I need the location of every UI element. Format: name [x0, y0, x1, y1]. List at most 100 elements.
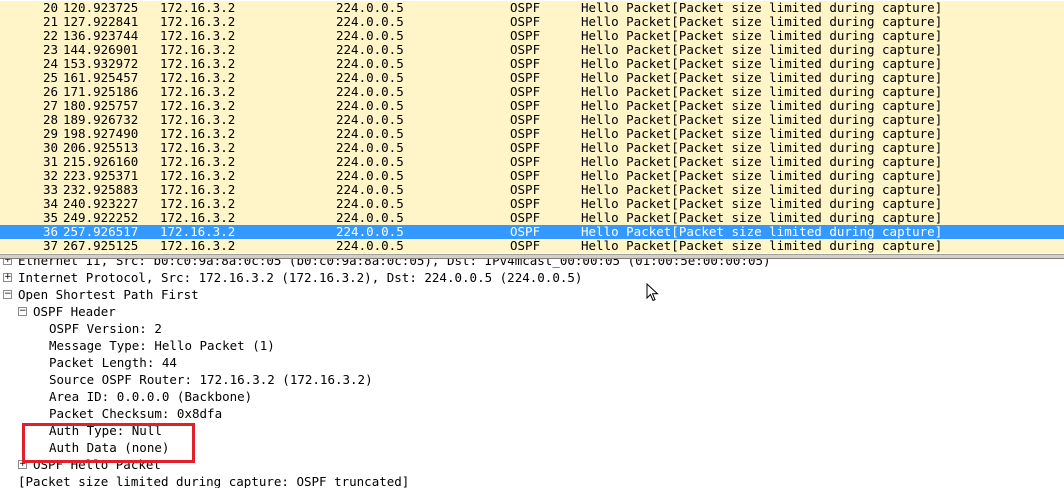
packet-row[interactable]: 25 161.925457 172.16.3.2 224.0.0.5 OSPF Hello…	[0, 71, 1064, 85]
packet-row[interactable]: 31 215.926160 172.16.3.2 224.0.0.5 OSPF Hello…	[0, 155, 1064, 169]
detail-tree-item[interactable]: Open Shortest Path First	[18, 286, 199, 303]
packet-number: 21	[42, 14, 58, 29]
collapse-icon[interactable]: −	[18, 307, 27, 316]
packet-info: Hello Packet[Packet size limited during …	[581, 0, 943, 15]
packet-number: 37	[42, 238, 58, 253]
packet-info: Hello Packet[Packet size limited during …	[581, 112, 943, 127]
packet-source: 172.16.3.2	[160, 140, 236, 155]
packet-time: 161.925457	[63, 70, 139, 85]
detail-tree-item[interactable]: Source OSPF Router: 172.16.3.2 (172.16.3…	[49, 371, 373, 388]
packet-source: 172.16.3.2	[160, 14, 236, 29]
packet-protocol: OSPF	[510, 112, 541, 127]
packet-time: 189.926732	[63, 112, 139, 127]
packet-number: 24	[42, 56, 58, 71]
packet-time: 171.925186	[63, 84, 139, 99]
expand-icon[interactable]: +	[3, 259, 12, 265]
packet-time: 127.922841	[63, 14, 139, 29]
packet-protocol: OSPF	[510, 168, 541, 183]
packet-row[interactable]: 26 171.925186 172.16.3.2 224.0.0.5 OSPF Hello…	[0, 85, 1064, 99]
packet-row[interactable]: 30 206.925513 172.16.3.2 224.0.0.5 OSPF Hello…	[0, 141, 1064, 155]
detail-tree-item[interactable]: Area ID: 0.0.0.0 (Backbone)	[49, 388, 252, 405]
expand-icon[interactable]: +	[3, 273, 12, 282]
packet-destination: 224.0.0.5	[336, 182, 404, 197]
packet-info: Hello Packet[Packet size limited during …	[581, 168, 943, 183]
packet-protocol: OSPF	[510, 42, 541, 57]
packet-source: 172.16.3.2	[160, 28, 236, 43]
packet-protocol: OSPF	[510, 28, 541, 43]
packet-time: 267.925125	[63, 238, 139, 253]
packet-row[interactable]: 34 240.923227 172.16.3.2 224.0.0.5 OSPF Hello…	[0, 197, 1064, 211]
packet-info: Hello Packet[Packet size limited during …	[581, 154, 943, 169]
packet-destination: 224.0.0.5	[336, 42, 404, 57]
packet-info: Hello Packet[Packet size limited during …	[581, 98, 943, 113]
packet-time: 232.925883	[63, 182, 139, 197]
packet-protocol: OSPF	[510, 196, 541, 211]
packet-time: 206.925513	[63, 140, 139, 155]
packet-row[interactable]: 36 257.926517 172.16.3.2 224.0.0.5 OSPF Hello…	[0, 225, 1064, 239]
packet-row[interactable]: 37 267.925125 172.16.3.2 224.0.0.5 OSPF Hello…	[0, 239, 1064, 253]
packet-row[interactable]: 32 223.925371 172.16.3.2 224.0.0.5 OSPF Hello…	[0, 169, 1064, 183]
detail-tree-label: OSPF Version: 2	[49, 321, 162, 336]
packet-row[interactable]: 24 153.932972 172.16.3.2 224.0.0.5 OSPF Hello…	[0, 57, 1064, 71]
detail-tree-item[interactable]: [Packet size limited during capture: OSP…	[18, 473, 409, 488]
packet-row[interactable]: 27 180.925757 172.16.3.2 224.0.0.5 OSPF Hello…	[0, 99, 1064, 113]
detail-tree-item[interactable]: OSPF Header	[33, 303, 116, 320]
packet-row[interactable]: 33 232.925883 172.16.3.2 224.0.0.5 OSPF Hello…	[0, 183, 1064, 197]
packet-info: Hello Packet[Packet size limited during …	[581, 84, 943, 99]
packet-row[interactable]: 28 189.926732 172.16.3.2 224.0.0.5 OSPF Hello…	[0, 113, 1064, 127]
packet-number: 29	[42, 126, 58, 141]
packet-info: Hello Packet[Packet size limited during …	[581, 224, 943, 239]
packet-protocol: OSPF	[510, 182, 541, 197]
packet-info: Hello Packet[Packet size limited during …	[581, 182, 943, 197]
packet-row[interactable]: 22 136.923744 172.16.3.2 224.0.0.5 OSPF Hello…	[0, 29, 1064, 43]
packet-protocol: OSPF	[510, 224, 541, 239]
detail-tree-label: Packet Checksum: 0x8dfa	[49, 406, 223, 421]
packet-number: 28	[42, 112, 58, 127]
packet-number: 31	[42, 154, 58, 169]
packet-destination: 224.0.0.5	[336, 210, 404, 225]
packet-number: 36	[42, 224, 58, 239]
packet-source: 172.16.3.2	[160, 154, 236, 169]
packet-source: 172.16.3.2	[160, 196, 236, 211]
detail-tree-item[interactable]: Packet Length: 44	[49, 354, 177, 371]
packet-destination: 224.0.0.5	[336, 84, 404, 99]
packet-row[interactable]: 21 127.922841 172.16.3.2 224.0.0.5 OSPF Hello…	[0, 15, 1064, 29]
packet-row[interactable]: 20 120.923725 172.16.3.2 224.0.0.5 OSPF Hello…	[0, 1, 1064, 15]
packet-info: Hello Packet[Packet size limited during …	[581, 42, 943, 57]
packet-destination: 224.0.0.5	[336, 126, 404, 141]
packet-number: 35	[42, 210, 58, 225]
packet-protocol: OSPF	[510, 98, 541, 113]
packet-protocol: OSPF	[510, 140, 541, 155]
packet-row[interactable]: 23 144.926901 172.16.3.2 224.0.0.5 OSPF Hello…	[0, 43, 1064, 57]
detail-tree-label: Packet Length: 44	[49, 355, 177, 370]
packet-destination: 224.0.0.5	[336, 168, 404, 183]
packet-source: 172.16.3.2	[160, 0, 236, 15]
packet-info: Hello Packet[Packet size limited during …	[581, 210, 943, 225]
packet-source: 172.16.3.2	[160, 84, 236, 99]
packet-row[interactable]: 35 249.922252 172.16.3.2 224.0.0.5 OSPF Hello…	[0, 211, 1064, 225]
packet-destination: 224.0.0.5	[336, 238, 404, 253]
detail-tree-item[interactable]: Internet Protocol, Src: 172.16.3.2 (172.…	[18, 269, 582, 286]
packet-source: 172.16.3.2	[160, 70, 236, 85]
packet-info: Hello Packet[Packet size limited during …	[581, 28, 943, 43]
detail-tree-item[interactable]: Packet Checksum: 0x8dfa	[49, 405, 222, 422]
packet-info: Hello Packet[Packet size limited during …	[581, 126, 943, 141]
packet-info: Hello Packet[Packet size limited during …	[581, 140, 943, 155]
packet-destination: 224.0.0.5	[336, 0, 404, 15]
packet-destination: 224.0.0.5	[336, 224, 404, 239]
collapse-icon[interactable]: −	[3, 290, 12, 299]
packet-source: 172.16.3.2	[160, 98, 236, 113]
detail-tree-item[interactable]: Message Type: Hello Packet (1)	[49, 337, 275, 354]
packet-number: 22	[42, 28, 58, 43]
packet-number: 20	[42, 0, 58, 15]
packet-source: 172.16.3.2	[160, 126, 236, 141]
detail-tree-item[interactable]: Ethernet II, Src: b0:c0:9a:8a:0c:05 (b0:…	[18, 259, 771, 269]
packet-destination: 224.0.0.5	[336, 28, 404, 43]
detail-tree-item[interactable]: OSPF Version: 2	[49, 320, 162, 337]
packet-list[interactable]: 20 120.923725 172.16.3.2 224.0.0.5 OSPF Hello…	[0, 0, 1064, 254]
packet-source: 172.16.3.2	[160, 168, 236, 183]
packet-row[interactable]: 29 198.927490 172.16.3.2 224.0.0.5 OSPF Hello…	[0, 127, 1064, 141]
packet-source: 172.16.3.2	[160, 238, 236, 253]
packet-time: 223.925371	[63, 168, 139, 183]
packet-protocol: OSPF	[510, 210, 541, 225]
